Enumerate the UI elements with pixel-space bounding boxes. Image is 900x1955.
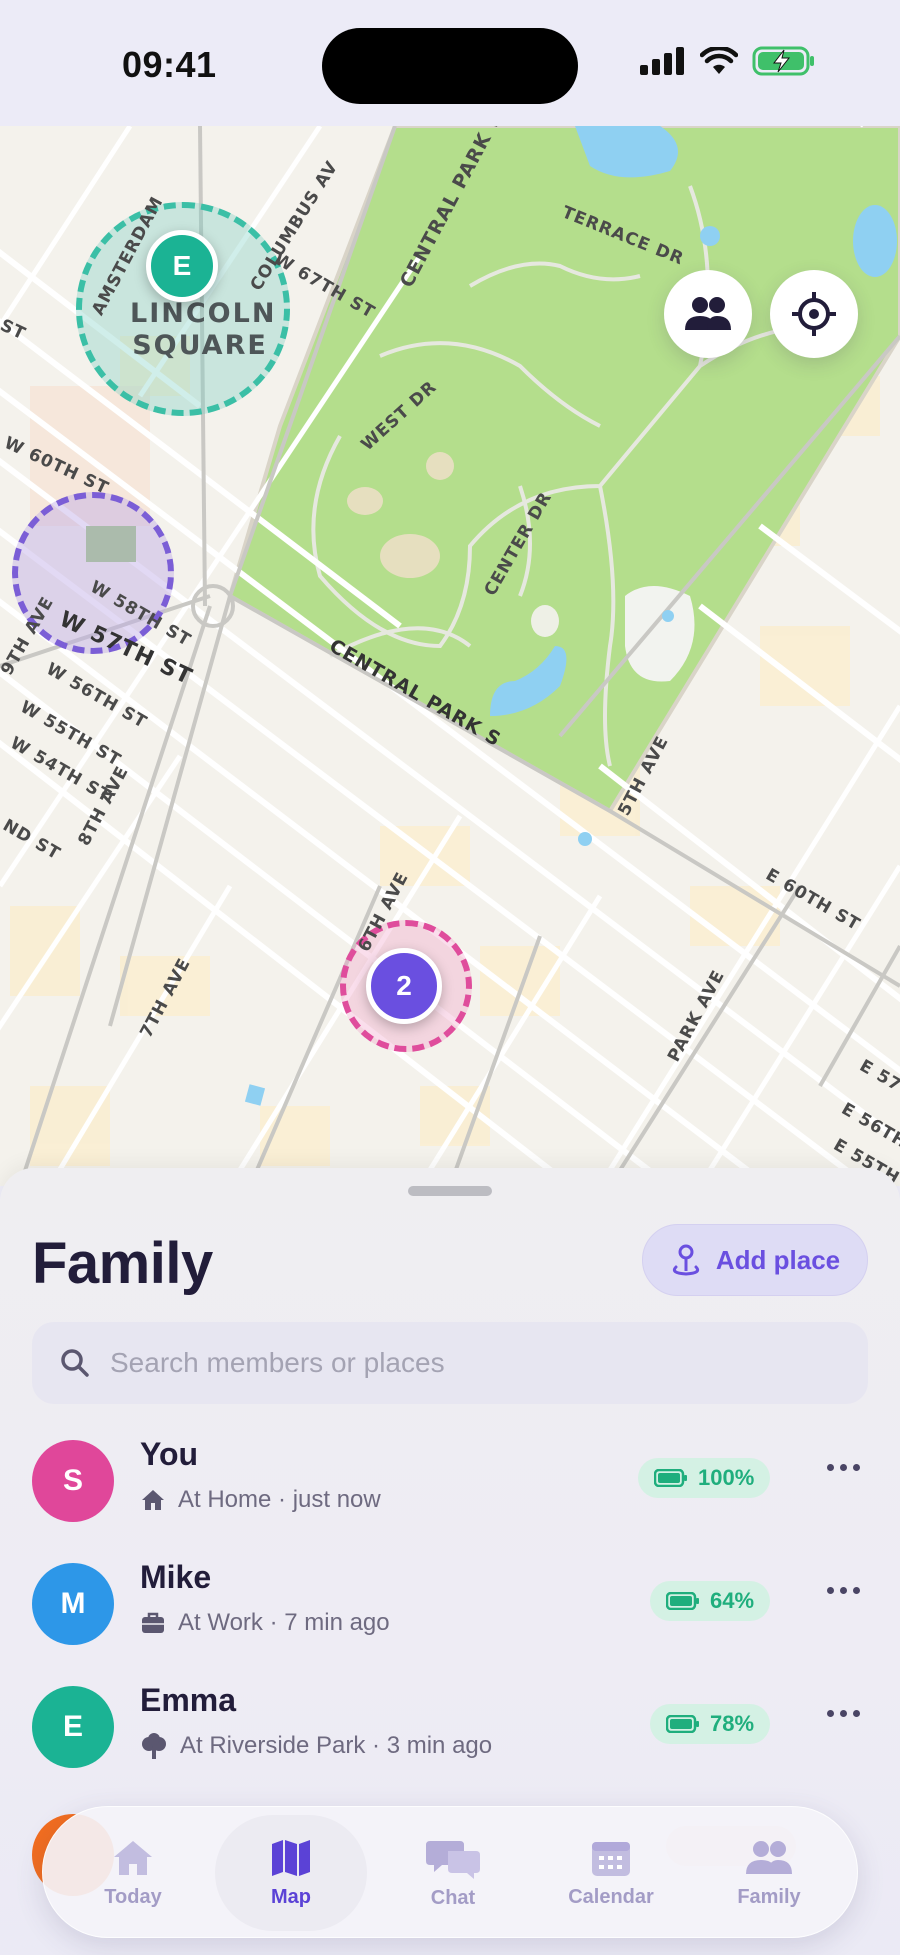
tab-chat[interactable]: Chat (377, 1815, 529, 1931)
battery-level: 78% (710, 1711, 755, 1736)
member-status-text: At Work · 7 min ago (178, 1609, 390, 1636)
map-view[interactable]: AMSTERDAM COLUMBUS AV W 67TH ST CENTRAL … (0, 126, 900, 1186)
tab-label: Today (104, 1885, 162, 1908)
neighborhood-label: LINCOLN SQUARE (130, 298, 277, 362)
battery-icon (666, 1592, 699, 1610)
battery-badge: 64% (650, 1581, 771, 1621)
signal-icon (640, 47, 684, 75)
member-pin-emma[interactable]: E (146, 230, 218, 302)
battery-badge: 78% (650, 1704, 771, 1744)
member-name: You (140, 1436, 199, 1472)
family-members-button[interactable] (664, 270, 752, 358)
member-status: At Work · 7 min ago (140, 1609, 390, 1637)
chat-icon (426, 1840, 480, 1879)
tab-bar: Today Map Chat Calendar Family (42, 1806, 858, 1938)
member-name: Mike (140, 1559, 212, 1595)
search-input[interactable] (110, 1347, 810, 1379)
tab-today[interactable]: Today (57, 1815, 209, 1931)
calendar-icon (592, 1841, 630, 1876)
member-status-text: At Home · just now (178, 1486, 381, 1513)
cluster-pin[interactable]: 2 (366, 948, 442, 1024)
sheet-grabber[interactable] (408, 1186, 492, 1196)
status-bar: 09:41 (0, 0, 900, 126)
briefcase-icon (142, 1612, 164, 1633)
more-options-button[interactable] (827, 1464, 860, 1471)
member-status: At Home · just now (140, 1486, 381, 1514)
battery-charging-icon (752, 46, 814, 76)
status-time: 09:41 (122, 44, 217, 85)
map-icon (272, 1839, 310, 1876)
tab-label: Chat (430, 1886, 476, 1909)
member-status: At Riverside Park · 3 min ago (140, 1732, 492, 1760)
dynamic-island (322, 28, 578, 104)
neighborhood-line2: SQUARE (132, 330, 268, 361)
neighborhood-line1: LINCOLN (130, 298, 277, 329)
tab-map[interactable]: Map (215, 1815, 367, 1931)
battery-badge: 100% (638, 1458, 771, 1498)
tree-icon (142, 1733, 166, 1759)
search-icon (61, 1349, 89, 1377)
tab-family[interactable]: Family (693, 1815, 845, 1931)
sheet-title: Family (32, 1231, 213, 1296)
tab-label: Calendar (568, 1885, 654, 1908)
avatar: S (32, 1440, 114, 1522)
member-status-text: At Riverside Park · 3 min ago (180, 1732, 493, 1759)
member-row-mike[interactable]: M Mike At Work · 7 min ago 64% (32, 1553, 868, 1653)
tab-calendar[interactable]: Calendar (535, 1815, 687, 1931)
location-pin-icon (672, 1244, 699, 1276)
add-place-label: Add place (715, 1244, 841, 1275)
avatar: M (32, 1563, 114, 1645)
member-row-emma[interactable]: E Emma At Riverside Park · 3 min ago 78% (32, 1676, 868, 1776)
battery-icon (654, 1469, 687, 1487)
tab-label: Family (737, 1885, 801, 1908)
add-place-button[interactable]: Add place (642, 1224, 868, 1296)
crosshair-icon (792, 292, 836, 336)
more-options-button[interactable] (827, 1710, 860, 1717)
people-icon (685, 297, 731, 330)
house-icon (114, 1840, 152, 1875)
battery-level: 64% (710, 1588, 755, 1613)
status-icons (640, 46, 816, 76)
search-bar[interactable] (32, 1322, 868, 1404)
wifi-icon (700, 47, 738, 74)
home-icon (142, 1490, 164, 1510)
member-name: Emma (140, 1682, 237, 1718)
tab-label: Map (271, 1885, 311, 1908)
more-options-button[interactable] (827, 1587, 860, 1594)
people-icon (746, 1840, 792, 1874)
avatar: E (32, 1686, 114, 1768)
recenter-button[interactable] (770, 270, 858, 358)
battery-level: 100% (698, 1465, 755, 1490)
member-row-you[interactable]: S You At Home · just now 100% (32, 1430, 868, 1530)
battery-icon (666, 1715, 699, 1733)
